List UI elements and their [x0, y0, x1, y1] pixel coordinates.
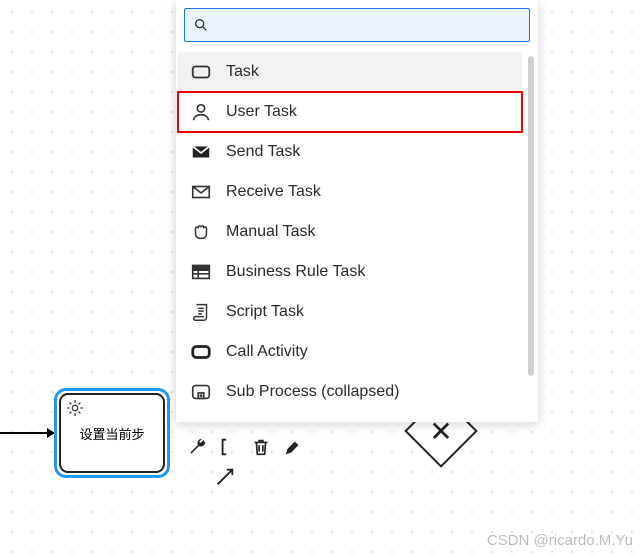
- menu-item-sub-process[interactable]: Sub Process (collapsed): [178, 372, 522, 412]
- search-wrap: [176, 0, 538, 48]
- trash-icon[interactable]: [248, 434, 274, 460]
- menu-item-label: Sub Process (collapsed): [226, 383, 399, 401]
- service-task-node[interactable]: 设置当前步: [54, 388, 170, 478]
- call-activity-icon: [190, 341, 212, 363]
- menu-item-business-rule-task[interactable]: Business Rule Task: [178, 252, 522, 292]
- menu-item-label: Call Activity: [226, 343, 308, 361]
- sequence-flow-arrow: [0, 432, 54, 434]
- watermark: CSDN @ricardo.M.Yu: [487, 532, 633, 549]
- receive-icon: [190, 181, 212, 203]
- menu-item-call-activity[interactable]: Call Activity: [178, 332, 522, 372]
- menu-item-user-task[interactable]: User Task: [178, 92, 522, 132]
- annotation-icon[interactable]: [216, 434, 242, 460]
- subprocess-icon: [190, 381, 212, 403]
- color-icon[interactable]: [280, 434, 306, 460]
- search-icon: [193, 17, 209, 33]
- script-icon: [190, 301, 212, 323]
- task-type-dropdown: Task User Task Send Task Receive Task Ma: [176, 0, 538, 422]
- menu-item-label: Receive Task: [226, 183, 321, 201]
- context-pad-row1: [184, 434, 306, 460]
- menu-item-script-task[interactable]: Script Task: [178, 292, 522, 332]
- menu-item-send-task[interactable]: Send Task: [178, 132, 522, 172]
- menu-item-receive-task[interactable]: Receive Task: [178, 172, 522, 212]
- send-icon: [190, 141, 212, 163]
- context-pad-row2: [212, 464, 238, 490]
- service-task-label: 设置当前步: [79, 424, 144, 443]
- wrench-icon[interactable]: [184, 434, 210, 460]
- menu-item-manual-task[interactable]: Manual Task: [178, 212, 522, 252]
- service-task-inner: 设置当前步: [59, 393, 165, 473]
- menu-list: Task User Task Send Task Receive Task Ma: [176, 48, 538, 422]
- search-input[interactable]: [209, 16, 521, 34]
- hand-icon: [190, 221, 212, 243]
- gear-icon: [65, 398, 85, 418]
- menu-item-label: Send Task: [226, 143, 300, 161]
- connect-arrow-icon[interactable]: [212, 464, 238, 490]
- task-icon: [190, 61, 212, 83]
- menu-scrollbar[interactable]: [528, 56, 534, 376]
- menu-item-label: Manual Task: [226, 223, 316, 241]
- menu-item-label: Script Task: [226, 303, 304, 321]
- search-field[interactable]: [184, 8, 530, 42]
- menu-item-task[interactable]: Task: [178, 52, 522, 92]
- table-icon: [190, 261, 212, 283]
- menu-item-label: Business Rule Task: [226, 263, 365, 281]
- menu-item-label: Task: [226, 63, 259, 81]
- user-icon: [190, 101, 212, 123]
- menu-item-label: User Task: [226, 103, 297, 121]
